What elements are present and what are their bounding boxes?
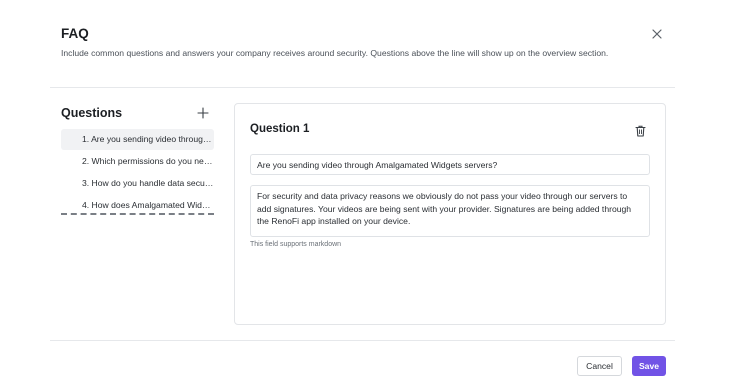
- overview-cutoff-line[interactable]: [61, 213, 214, 215]
- question-list-item-2[interactable]: 2. Which permissions do you need?: [61, 151, 214, 172]
- plus-icon: [197, 107, 209, 119]
- footer-divider: [50, 340, 675, 341]
- close-button[interactable]: [650, 27, 664, 41]
- header-divider: [50, 87, 675, 88]
- question-list-item-3[interactable]: 3. How do you handle data security?: [61, 173, 214, 194]
- question-list-item-1[interactable]: 1. Are you sending video through Amalgam…: [61, 129, 214, 150]
- close-icon: [652, 29, 662, 39]
- add-question-button[interactable]: [196, 106, 210, 120]
- save-button[interactable]: Save: [632, 356, 666, 376]
- dialog-title: FAQ: [61, 26, 89, 41]
- dialog-description: Include common questions and answers you…: [61, 48, 609, 58]
- markdown-helper-text: This field supports markdown: [250, 241, 342, 248]
- question-editor-panel: Question 1 For security and data privacy…: [234, 103, 666, 325]
- delete-question-button[interactable]: [635, 124, 646, 137]
- questions-heading: Questions: [61, 106, 123, 120]
- answer-textarea[interactable]: For security and data privacy reasons we…: [250, 185, 650, 237]
- cancel-button[interactable]: Cancel: [577, 356, 622, 376]
- question-list: 1. Are you sending video through Amalgam…: [61, 129, 214, 217]
- trash-icon: [635, 125, 646, 137]
- faq-dialog: FAQ Include common questions and answers…: [0, 0, 731, 387]
- question-input[interactable]: [250, 154, 650, 175]
- question-editor-title: Question 1: [250, 123, 310, 135]
